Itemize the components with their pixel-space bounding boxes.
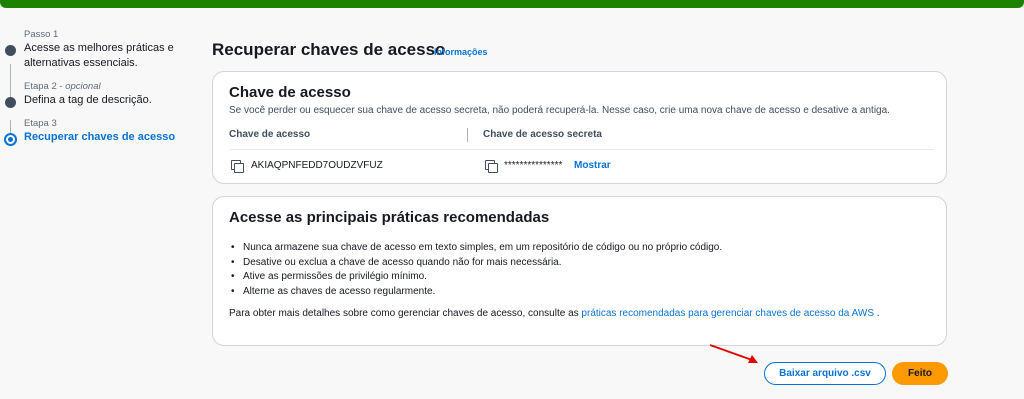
copy-access-key-icon[interactable] bbox=[231, 160, 244, 173]
list-item: Ative as permissões de privilégio mínimo… bbox=[231, 270, 722, 285]
column-header-secret-key: Chave de acesso secreta bbox=[483, 129, 602, 140]
list-item: Desative ou exclua a chave de acesso qua… bbox=[231, 256, 722, 271]
step-number-label: Passo 1 bbox=[24, 29, 59, 40]
list-item: Nunca armazene sua chave de acesso em te… bbox=[231, 241, 722, 256]
secret-key-masked: *************** bbox=[504, 160, 563, 171]
column-header-access-key: Chave de acesso bbox=[229, 129, 311, 140]
best-practices-card-title: Acesse as principais práticas recomendad… bbox=[229, 209, 550, 226]
step-3-current[interactable]: Etapa 3 Recuperar chaves de acesso bbox=[0, 117, 190, 146]
wizard-steps: Passo 1 Acesse as melhores práticas e al… bbox=[0, 28, 190, 154]
info-link[interactable]: Informações bbox=[434, 47, 488, 57]
access-key-value: AKIAQPNFEDD7OUDZVFUZ bbox=[251, 160, 383, 171]
best-practices-card: Acesse as principais práticas recomendad… bbox=[212, 196, 947, 346]
best-practices-link[interactable]: práticas recomendadas para gerenciar cha… bbox=[581, 308, 874, 319]
top-status-bar bbox=[0, 0, 1024, 8]
step-indicator-icon bbox=[5, 45, 16, 56]
download-csv-button[interactable]: Baixar arquivo .csv bbox=[764, 362, 886, 385]
step-title: Defina a tag de descrição. bbox=[24, 94, 152, 106]
access-key-card-title: Chave de acesso bbox=[229, 84, 351, 101]
show-secret-key-link[interactable]: Mostrar bbox=[574, 160, 611, 171]
access-key-warning-text: Se você perder ou esquecer sua chave de … bbox=[229, 105, 890, 116]
step-number-label: Etapa 2 - opcional bbox=[24, 81, 101, 92]
table-divider bbox=[229, 149, 934, 150]
step-number-label: Etapa 3 bbox=[24, 118, 57, 129]
best-practices-list: Nunca armazene sua chave de acesso em te… bbox=[231, 241, 722, 300]
step-title: Acesse as melhores práticas e alternativ… bbox=[24, 42, 174, 69]
annotation-arrow-icon bbox=[709, 344, 758, 363]
column-divider bbox=[467, 128, 468, 142]
access-key-card: Chave de acesso Se você perder ou esquec… bbox=[212, 71, 947, 184]
list-item: Alterne as chaves de acesso regularmente… bbox=[231, 285, 722, 300]
page-title: Recuperar chaves de acesso bbox=[212, 40, 446, 59]
step-indicator-icon bbox=[5, 97, 16, 108]
step-current-indicator-icon bbox=[4, 133, 17, 146]
step-1[interactable]: Passo 1 Acesse as melhores práticas e al… bbox=[0, 28, 190, 71]
done-button[interactable]: Feito bbox=[892, 362, 948, 385]
more-info-text: Para obter mais detalhes sobre como gere… bbox=[229, 308, 880, 319]
step-2[interactable]: Etapa 2 - opcional Defina a tag de descr… bbox=[0, 80, 190, 108]
step-title: Recuperar chaves de acesso bbox=[24, 131, 176, 143]
copy-secret-key-icon[interactable] bbox=[485, 160, 498, 173]
